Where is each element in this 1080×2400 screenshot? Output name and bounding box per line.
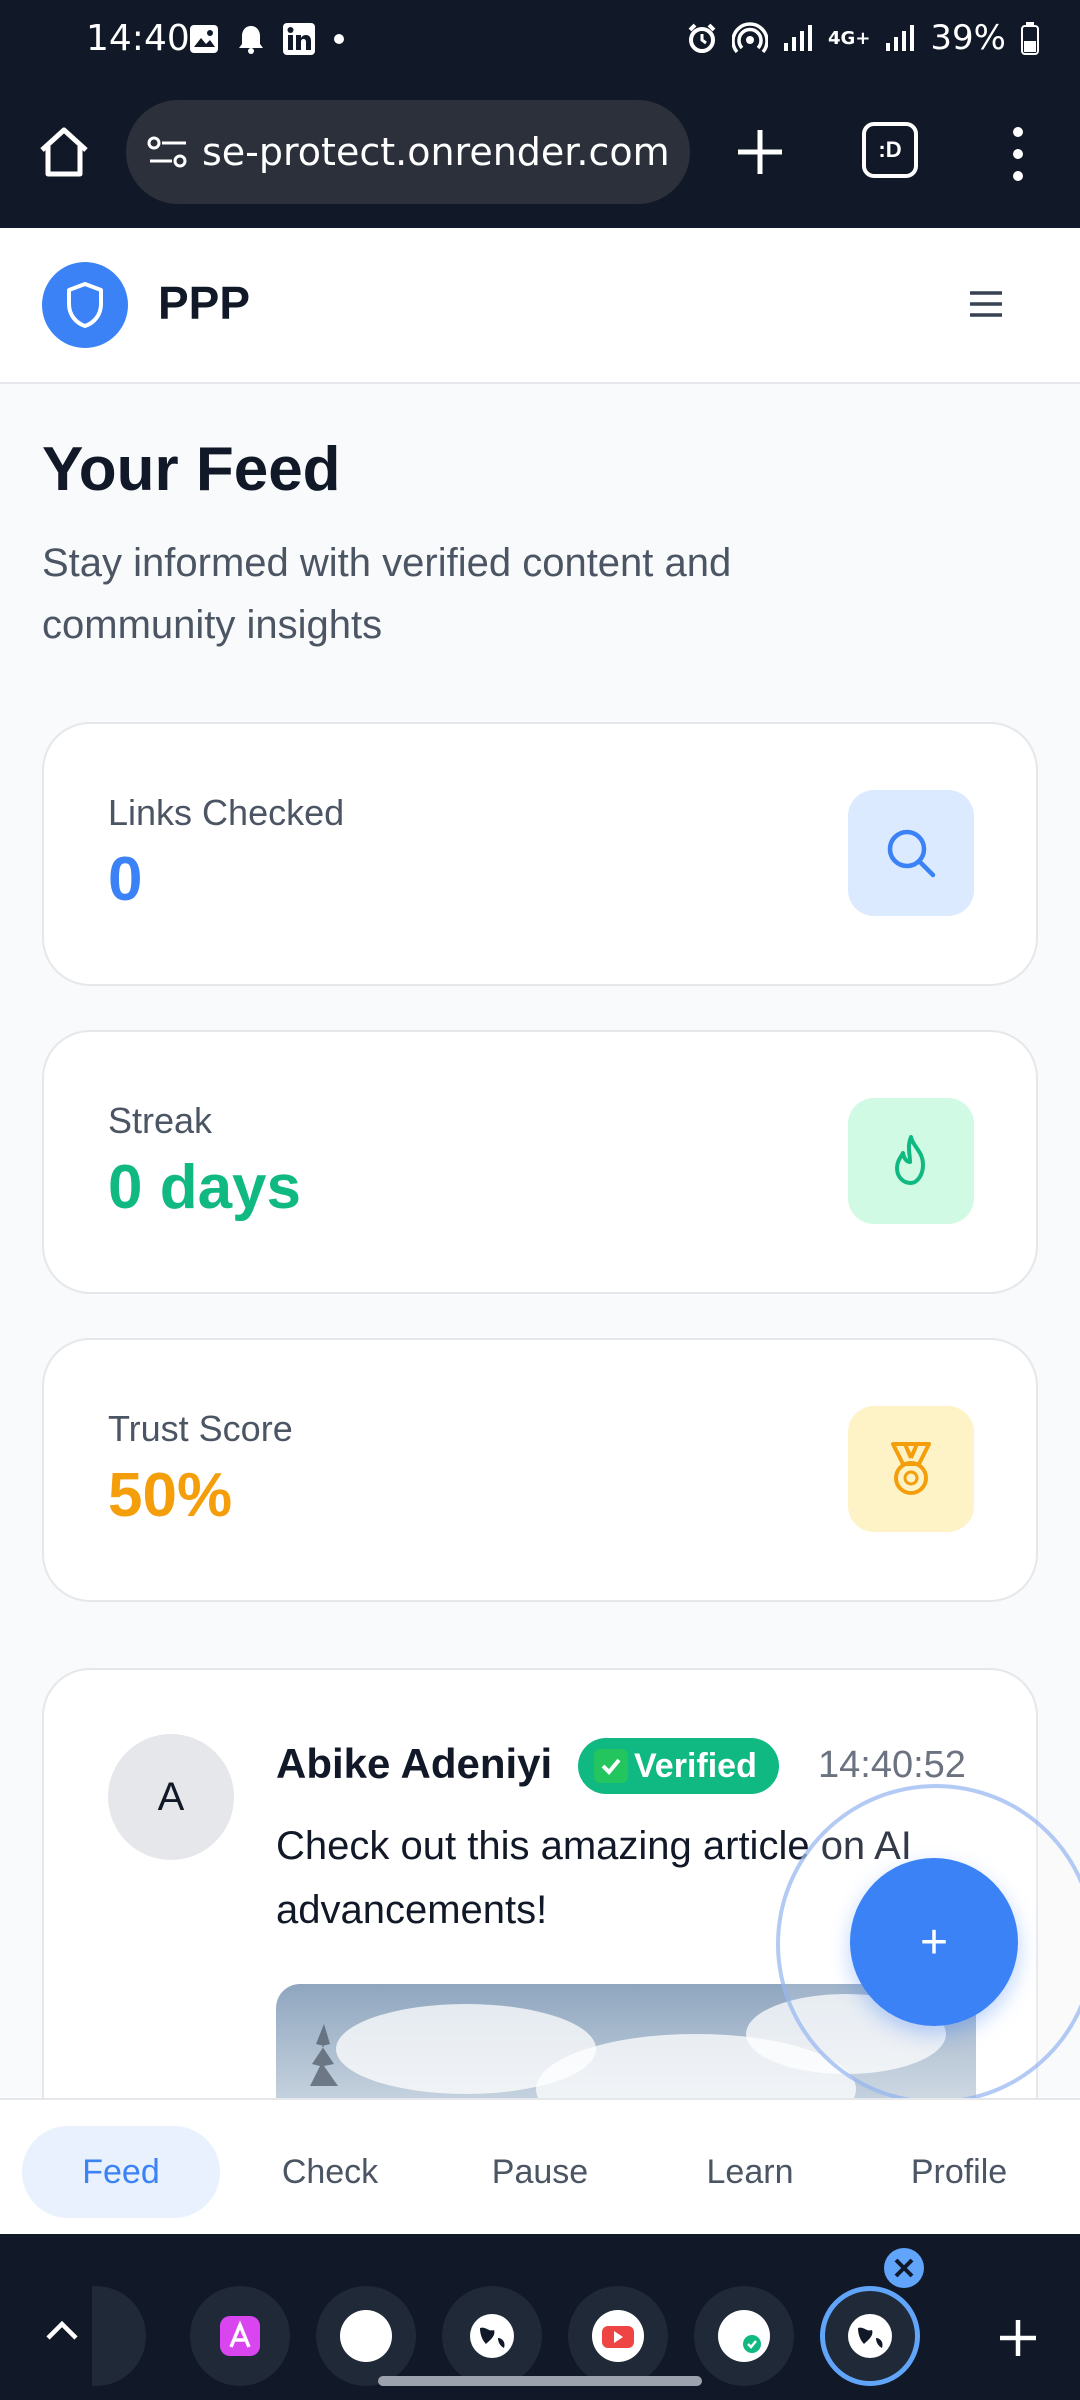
battery-percent: 39% (930, 18, 1006, 58)
tab-globe-active[interactable] (820, 2286, 920, 2386)
youtube-icon (592, 2310, 644, 2362)
stat-value: 0 days (108, 1153, 302, 1222)
add-post-button[interactable]: + (850, 1858, 1018, 2026)
nav-item-pause[interactable]: Pause (441, 2126, 639, 2218)
stat-value: 50% (108, 1461, 233, 1530)
status-time: 14:40 (86, 18, 190, 59)
notification-bell-icon (239, 26, 263, 54)
image-icon (190, 25, 218, 53)
address-bar[interactable]: se-protect.onrender.com (126, 100, 690, 204)
stat-label: Trust Score (108, 1408, 293, 1449)
browser-toolbar: se-protect.onrender.com :D (0, 80, 1080, 228)
stat-card-links-checked: Links Checked 0 (42, 722, 1038, 986)
stat-card-trust-score: Trust Score 50% (42, 1338, 1038, 1602)
dot-icon (334, 34, 344, 44)
alarm-icon (688, 23, 716, 53)
nav-item-check[interactable]: Check (231, 2126, 429, 2218)
tab-verified[interactable] (694, 2286, 794, 2386)
verified-label: Verified (634, 1746, 757, 1785)
tab-youtube[interactable] (568, 2286, 668, 2386)
globe-icon (470, 2314, 514, 2358)
site-settings-icon[interactable] (146, 134, 190, 170)
blank-circle-icon (340, 2310, 392, 2362)
new-tab-icon[interactable] (728, 120, 792, 184)
shield-icon (67, 282, 103, 328)
home-indicator[interactable] (378, 2376, 702, 2386)
post-author[interactable]: Abike Adeniyi (276, 1740, 552, 1788)
app-name: PPP (158, 277, 251, 329)
tab-partial[interactable] (92, 2286, 146, 2386)
add-tab-icon[interactable] (996, 2316, 1040, 2360)
medal-icon (891, 1442, 931, 1495)
linkedin-icon (283, 23, 315, 55)
tab-blank[interactable] (316, 2286, 416, 2386)
stat-label: Links Checked (108, 792, 345, 833)
stat-icon-box (848, 1406, 974, 1532)
signal-icon (784, 25, 813, 51)
page-subtitle: Stay informed with verified content and … (42, 541, 732, 647)
tabs-switcher-button[interactable]: :D (862, 122, 918, 178)
more-options-icon[interactable] (1000, 122, 1036, 186)
tab-app-a[interactable] (190, 2286, 290, 2386)
globe-icon (848, 2314, 892, 2358)
signal-icon-2 (886, 25, 915, 51)
hamburger-menu-icon[interactable] (966, 284, 1006, 324)
flame-icon (895, 1135, 925, 1185)
avatar[interactable]: A (108, 1734, 234, 1860)
stat-icon-box (848, 1098, 974, 1224)
hotspot-icon (732, 22, 769, 54)
stat-card-streak: Streak 0 days (42, 1030, 1038, 1294)
verified-badge: Verified (578, 1738, 779, 1794)
nav-item-feed[interactable]: Feed (22, 2126, 220, 2218)
check-circle-icon (718, 2310, 770, 2362)
bottom-nav: Feed Check Pause Learn Profile (0, 2098, 1080, 2234)
post-time: 14:40:52 (818, 1744, 966, 1786)
check-icon (594, 1749, 628, 1783)
chevron-up-icon[interactable] (44, 2316, 80, 2344)
search-icon (887, 829, 936, 878)
close-tab-icon[interactable] (882, 2246, 926, 2290)
tab-globe-1[interactable] (442, 2286, 542, 2386)
app-logo[interactable] (42, 262, 128, 348)
nav-item-learn[interactable]: Learn (651, 2126, 849, 2218)
letter-a-app-icon (220, 2316, 260, 2356)
home-icon[interactable] (34, 122, 94, 182)
battery-icon (1021, 22, 1039, 55)
nav-item-profile[interactable]: Profile (860, 2126, 1058, 2218)
browser-tab-strip (0, 2234, 1080, 2400)
status-bar: 14:40 4G+ 39% (0, 0, 1080, 80)
page-title: Your Feed (42, 435, 341, 504)
app-header: PPP (0, 228, 1080, 384)
stat-label: Streak (108, 1100, 213, 1141)
stat-icon-box (848, 790, 974, 916)
stat-value: 0 (108, 845, 143, 914)
network-type: 4G+ (828, 27, 871, 49)
url-text: se-protect.onrender.com (202, 130, 670, 174)
tree-silhouette (310, 2024, 338, 2086)
